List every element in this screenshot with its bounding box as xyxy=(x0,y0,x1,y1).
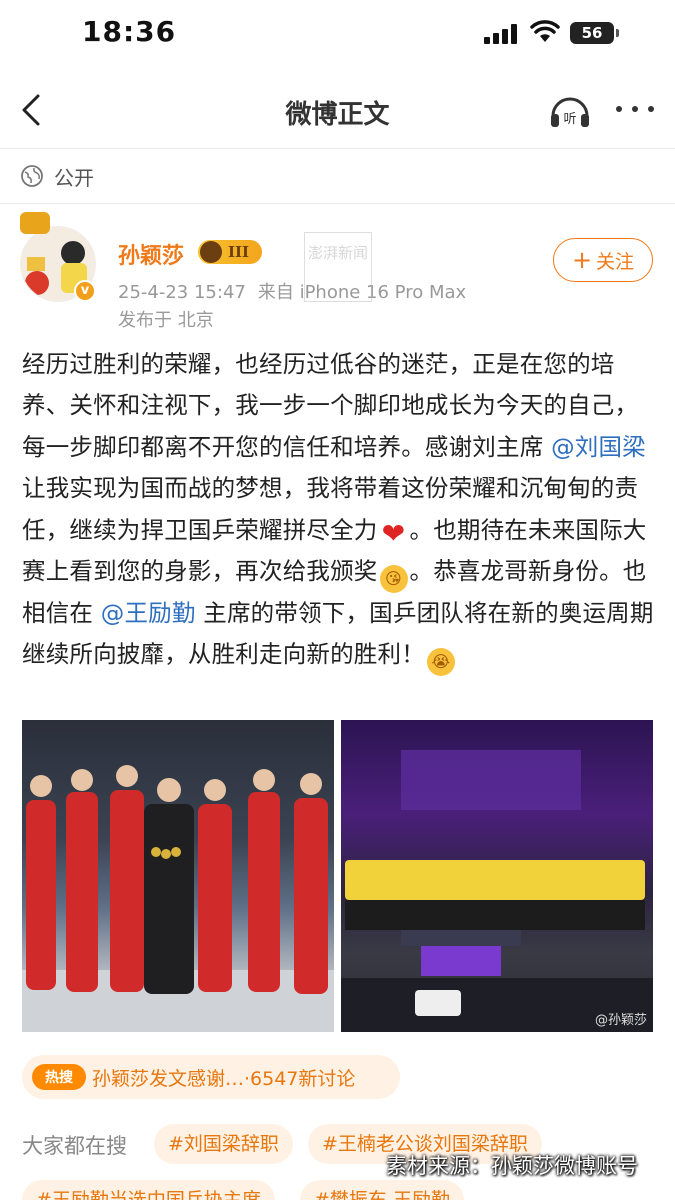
photo-wtt-illustration xyxy=(341,750,653,1032)
plus-icon: + xyxy=(571,246,593,274)
kiss-emoji-icon: 😘 xyxy=(379,565,408,594)
search-label: 大家都在搜 xyxy=(22,1134,127,1158)
photo-watermark: @孙颖莎 xyxy=(594,1013,647,1028)
visibility-row: 公开 xyxy=(20,160,94,192)
verified-badge: v xyxy=(74,280,96,302)
globe-icon xyxy=(21,165,43,187)
source-note: 素材来源：孙颖莎微博账号 xyxy=(386,1154,638,1178)
more-icon[interactable] xyxy=(614,94,656,124)
post-date: 25-4-23 15:47 xyxy=(118,282,246,303)
signal-icon xyxy=(484,24,518,44)
photo-team-illustration xyxy=(22,765,334,1032)
heart-emoji-icon: ❤ xyxy=(381,516,406,550)
battery-indicator: 56 xyxy=(570,22,619,44)
wifi-icon xyxy=(530,20,560,42)
post-location: 发布于 北京 xyxy=(118,310,214,331)
status-bar: 18:36 56 xyxy=(0,0,675,66)
post-photo-wtt[interactable]: @孙颖莎 xyxy=(341,720,653,1032)
hot-search-text: 孙颖莎发文感谢…·6547新讨论 xyxy=(92,1067,356,1090)
crown-icon xyxy=(200,241,222,263)
mention-link[interactable]: @王励勤 xyxy=(101,599,196,627)
search-chip[interactable]: #王励勤当选中国乒协主席 xyxy=(22,1180,275,1200)
nav-bar: 微博正文 听 xyxy=(0,72,675,148)
divider xyxy=(0,148,675,149)
visibility-label: 公开 xyxy=(54,165,94,190)
follow-button[interactable]: + 关注 xyxy=(553,238,653,282)
level-badge[interactable]: III xyxy=(198,240,262,264)
author-name[interactable]: 孙颖莎 xyxy=(118,238,184,270)
post-photo-team[interactable] xyxy=(22,720,334,1032)
post-text-segment: 经历过胜利的荣耀，也经历过低谷的迷茫，正是在您的培养、关怀和注视下，我一步一个脚… xyxy=(22,350,639,461)
follow-label: 关注 xyxy=(596,250,635,273)
post-text: 经历过胜利的荣耀，也经历过低谷的迷茫，正是在您的培养、关怀和注视下，我一步一个脚… xyxy=(22,344,654,677)
status-time: 18:36 xyxy=(82,15,177,48)
avatar-frame-badge xyxy=(20,212,50,234)
svg-text:听: 听 xyxy=(563,112,576,127)
hot-search-tag[interactable]: 热搜 孙颖莎发文感谢…·6547新讨论 xyxy=(22,1055,400,1099)
post-meta: 25-4-23 15:47 来自 iPhone 16 Pro Max xyxy=(118,278,466,304)
mention-link[interactable]: @刘国梁 xyxy=(551,433,646,461)
divider xyxy=(0,203,675,204)
level-label: III xyxy=(228,243,250,261)
search-chip[interactable]: #刘国梁辞职 xyxy=(154,1124,293,1164)
cry-emoji-icon: 😭 xyxy=(426,648,455,677)
news-watermark: 澎湃新闻 xyxy=(304,232,372,302)
search-chip[interactable]: #樊振东 王励勤 xyxy=(300,1180,464,1200)
hot-search-icon: 热搜 xyxy=(32,1064,86,1090)
listen-icon[interactable]: 听 xyxy=(548,90,592,130)
